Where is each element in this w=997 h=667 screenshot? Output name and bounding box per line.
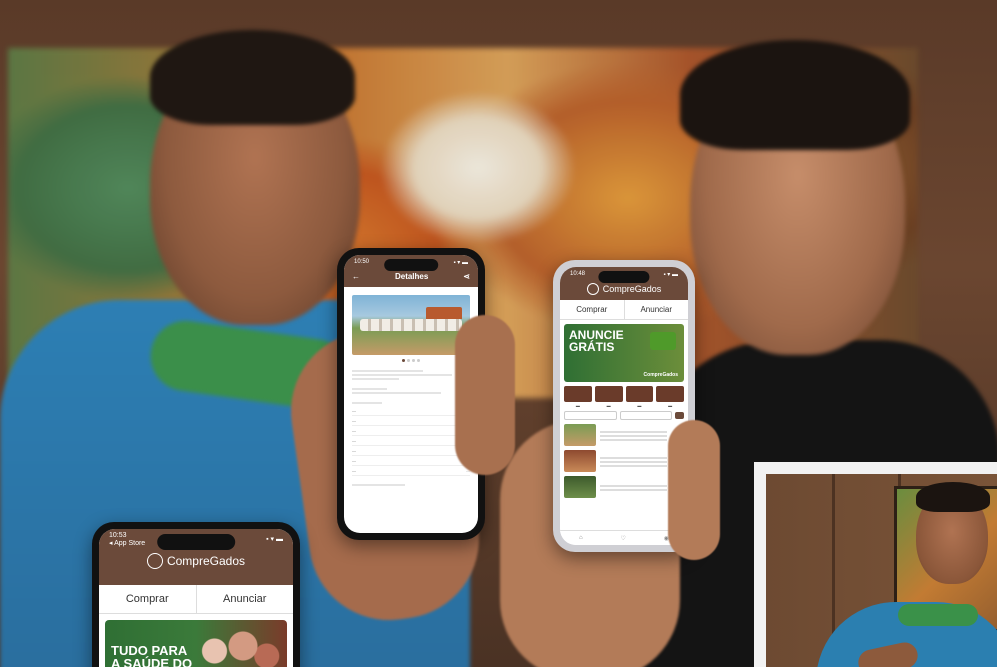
back-to-app-store[interactable]: ◂ App Store [109, 540, 145, 547]
banner-line-2: A SAÚDE DO [111, 656, 193, 667]
status-icons: ▪ ▾ ▬ [453, 259, 468, 266]
left-man-hair [150, 30, 355, 125]
detail-row: —— [352, 426, 470, 436]
category-tile[interactable] [594, 386, 623, 402]
cattle-herd [360, 319, 462, 331]
detail-row: —— [352, 456, 470, 466]
detail-row: —— [352, 416, 470, 426]
banner-title-2: GRÁTIS [569, 340, 615, 354]
tab-anunciar[interactable]: Anunciar [197, 585, 294, 613]
photo-scene: 10:50 ▪ ▾ ▬ ← Detalhes ⋖ —— —— —— —— [0, 0, 997, 667]
left-man-hand [455, 315, 515, 475]
category-tile[interactable] [625, 386, 654, 402]
harvester-icon [650, 332, 676, 350]
detail-row: —— [352, 446, 470, 456]
phone-home-large: 10:53 ◂ App Store ▪ ▾ ▬ CompreGados Compra… [92, 522, 300, 667]
status-time: 10:50 [354, 259, 370, 265]
share-icon[interactable]: ⋖ [463, 272, 470, 281]
status-icons: ▪ ▾ ▬ [266, 536, 283, 543]
filter-input[interactable] [564, 411, 617, 420]
filter-input[interactable] [619, 411, 672, 420]
inset-man-hair [916, 482, 990, 512]
details-title: Detalhes [394, 272, 429, 281]
tab-comprar[interactable]: Comprar [560, 300, 625, 319]
category-tile[interactable] [656, 386, 684, 402]
listing-photo[interactable] [352, 295, 470, 355]
heart-icon[interactable]: ♡ [620, 535, 625, 542]
detail-row: —— [352, 466, 470, 476]
cow-logo-icon [146, 553, 163, 569]
phone-notch [598, 271, 650, 283]
brand-name: CompreGados [602, 284, 662, 294]
detail-row: —— [352, 406, 470, 416]
brand-name: CompreGados [166, 554, 246, 568]
inset-photo [754, 462, 997, 667]
cow-logo-icon [586, 283, 599, 295]
detail-row: —— [352, 436, 470, 446]
status-icons: ▪ ▾ ▬ [663, 271, 678, 278]
app-brand: CompreGados [99, 549, 293, 574]
tab-comprar[interactable]: Comprar [99, 585, 197, 613]
phone-notch [157, 534, 235, 550]
back-arrow-icon[interactable]: ← [352, 272, 360, 281]
filter-icon[interactable] [675, 412, 684, 419]
meat-image [186, 626, 281, 667]
main-tabs: Comprar Anunciar [560, 300, 688, 320]
promo-banner[interactable]: ANUNCIE GRÁTIS CompreGados [564, 324, 684, 382]
category-labels: ▬ ▬ ▬ ▬ [575, 403, 673, 408]
status-time: 10:53 [109, 531, 127, 539]
category-tile[interactable] [564, 386, 592, 402]
banner-brand: CompreGados [643, 372, 678, 378]
main-tabs: Comprar Anunciar [99, 585, 293, 614]
home-icon[interactable]: ⌂ [579, 535, 583, 541]
app-brand: CompreGados [560, 281, 688, 300]
phone-home-large-screen: 10:53 ◂ App Store ▪ ▾ ▬ CompreGados Compra… [99, 529, 293, 667]
right-man-thumb [668, 420, 720, 560]
tab-anunciar[interactable]: Anunciar [625, 300, 689, 319]
wood-panel [766, 474, 835, 667]
right-man-hair [680, 40, 910, 150]
filter-bar [560, 409, 688, 422]
status-time: 10:48 [570, 271, 586, 277]
promo-banner[interactable]: TUDO PARA A SAÚDE DO [105, 620, 287, 667]
phone-notch [384, 259, 438, 271]
barn-roof [426, 307, 462, 319]
category-row [560, 386, 688, 402]
inset-man-collar [898, 604, 978, 626]
